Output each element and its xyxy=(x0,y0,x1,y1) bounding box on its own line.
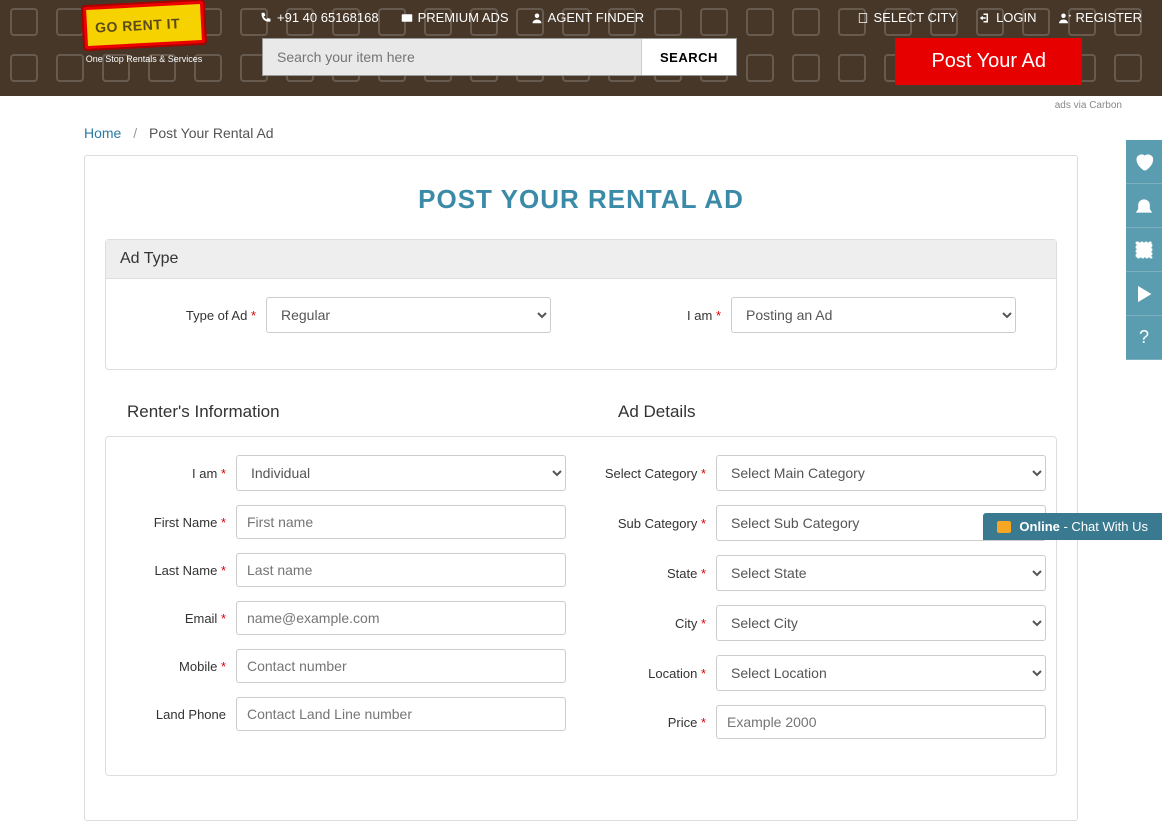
renter-iam-label: I am * xyxy=(116,466,236,481)
land-phone-input[interactable] xyxy=(236,697,566,731)
location-select[interactable]: Select Location xyxy=(716,655,1046,691)
ads-via-carbon[interactable]: ads via Carbon xyxy=(0,96,1162,111)
mobile-label: Mobile * xyxy=(116,659,236,674)
right-sidebar: ? xyxy=(1126,140,1162,360)
location-label: Location * xyxy=(596,666,716,681)
mobile-input[interactable] xyxy=(236,649,566,683)
city-label: City * xyxy=(596,616,716,631)
play-button[interactable] xyxy=(1126,272,1162,316)
page-title: POST YOUR RENTAL AD xyxy=(85,184,1077,215)
chat-message: - Chat With Us xyxy=(1060,519,1148,534)
login-link[interactable]: LOGIN xyxy=(979,10,1036,25)
first-name-label: First Name * xyxy=(116,515,236,530)
i-am-ad-label: I am * xyxy=(611,308,731,323)
agent-finder-link[interactable]: AGENT FINDER xyxy=(531,10,645,25)
price-label: Price * xyxy=(596,715,716,730)
premium-ads-link[interactable]: PREMIUM ADS xyxy=(401,10,509,25)
logo-text: GO RENT IT xyxy=(95,14,194,35)
details-column: Select Category * Select Main Category S… xyxy=(596,455,1046,753)
type-of-ad-select[interactable]: Regular xyxy=(266,297,551,333)
section-form: I am * Individual First Name * Last Name… xyxy=(105,436,1057,776)
land-phone-label: Land Phone xyxy=(116,707,236,722)
last-name-input[interactable] xyxy=(236,553,566,587)
section-ad-type: Ad Type Type of Ad * Regular I am * Post… xyxy=(105,239,1057,370)
help-button[interactable]: ? xyxy=(1126,316,1162,360)
email-label: Email * xyxy=(116,611,236,626)
breadcrumb-home[interactable]: Home xyxy=(84,125,121,141)
phone-link[interactable]: +91 40 65168168 xyxy=(260,10,379,25)
category-select[interactable]: Select Main Category xyxy=(716,455,1046,491)
section-heading-ad-type: Ad Type xyxy=(106,240,1056,279)
notifications-button[interactable] xyxy=(1126,184,1162,228)
first-name-input[interactable] xyxy=(236,505,566,539)
state-select[interactable]: Select State xyxy=(716,555,1046,591)
favorites-button[interactable] xyxy=(1126,140,1162,184)
top-header: GO RENT IT One Stop Rentals & Services +… xyxy=(0,0,1162,96)
main-panel: POST YOUR RENTAL AD Ad Type Type of Ad *… xyxy=(84,155,1078,821)
chat-widget[interactable]: Online - Chat With Us xyxy=(983,513,1162,540)
breadcrumb-current: Post Your Rental Ad xyxy=(149,125,274,141)
breadcrumb: Home / Post Your Rental Ad xyxy=(0,111,1162,155)
price-input[interactable] xyxy=(716,705,1046,739)
section-heading-details: Ad Details xyxy=(618,402,1057,422)
select-city-link[interactable]: SELECT CITY xyxy=(857,10,958,25)
city-select[interactable]: Select City xyxy=(716,605,1046,641)
category-label: Select Category * xyxy=(596,466,716,481)
section-heading-renter: Renter's Information xyxy=(127,402,566,422)
search-bar: SEARCH xyxy=(262,38,737,76)
i-am-ad-select[interactable]: Posting an Ad xyxy=(731,297,1016,333)
email-input[interactable] xyxy=(236,601,566,635)
renter-iam-select[interactable]: Individual xyxy=(236,455,566,491)
logo[interactable]: GO RENT IT One Stop Rentals & Services xyxy=(84,4,204,64)
state-label: State * xyxy=(596,566,716,581)
post-your-ad-button[interactable]: Post Your Ad xyxy=(895,38,1082,85)
subcategory-label: Sub Category * xyxy=(596,516,716,531)
chat-status: Online xyxy=(1019,519,1059,534)
renter-column: I am * Individual First Name * Last Name… xyxy=(116,455,566,753)
type-of-ad-label: Type of Ad * xyxy=(146,308,266,323)
last-name-label: Last Name * xyxy=(116,563,236,578)
search-button[interactable]: SEARCH xyxy=(641,39,736,75)
chat-icon xyxy=(997,521,1011,533)
search-input[interactable] xyxy=(263,39,641,75)
register-link[interactable]: REGISTER xyxy=(1059,10,1142,25)
logo-tagline: One Stop Rentals & Services xyxy=(84,54,204,64)
scan-button[interactable] xyxy=(1126,228,1162,272)
